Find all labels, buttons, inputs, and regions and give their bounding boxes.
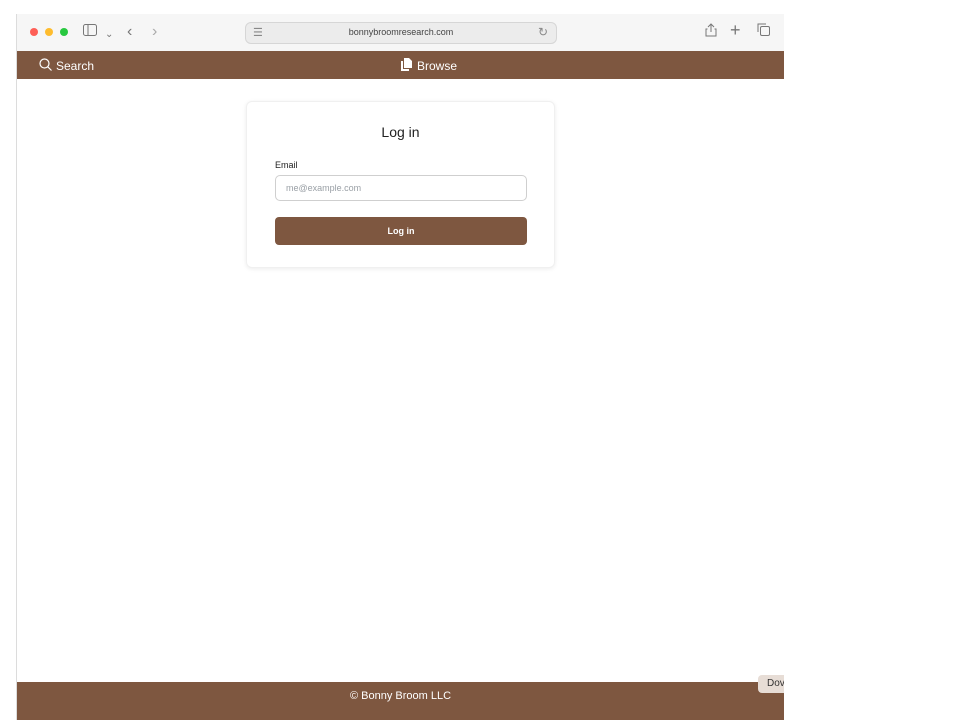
nav-search-label: Search bbox=[56, 59, 95, 73]
minimize-window-button[interactable] bbox=[45, 28, 53, 36]
share-icon[interactable] bbox=[705, 23, 717, 41]
new-tab-icon[interactable]: + bbox=[730, 21, 741, 39]
address-bar[interactable]: ☰ bonnybroomresearch.com ↻ bbox=[245, 22, 557, 44]
reload-icon[interactable]: ↻ bbox=[538, 25, 548, 39]
close-window-button[interactable] bbox=[30, 28, 38, 36]
browser-window: ⌄ ‹ › ☰ bonnybroomresearch.com ↻ + Searc… bbox=[17, 14, 784, 720]
side-tab-button[interactable]: Dov bbox=[758, 675, 784, 693]
zoom-window-button[interactable] bbox=[60, 28, 68, 36]
site-navbar: Search Browse bbox=[17, 51, 784, 79]
chevron-down-icon[interactable]: ⌄ bbox=[105, 26, 113, 44]
login-card: Log in Email Log in bbox=[246, 101, 555, 268]
tab-overview-icon[interactable] bbox=[757, 23, 770, 41]
nav-search-link[interactable]: Search bbox=[39, 58, 94, 74]
footer-copyright: © Bonny Broom LLC bbox=[349, 690, 452, 702]
documents-icon bbox=[401, 58, 412, 74]
site-footer: © Bonny Broom LLC bbox=[17, 682, 784, 720]
url-text: bonnybroomresearch.com bbox=[348, 27, 454, 37]
forward-icon[interactable]: › bbox=[152, 23, 157, 41]
sidebar-toggle-icon[interactable] bbox=[83, 23, 97, 41]
back-icon[interactable]: ‹ bbox=[127, 23, 132, 41]
email-field[interactable] bbox=[275, 175, 527, 201]
login-title: Log in bbox=[381, 124, 420, 140]
search-icon bbox=[39, 58, 52, 74]
nav-browse-label: Browse bbox=[417, 59, 458, 73]
nav-browse-link[interactable]: Browse bbox=[401, 58, 457, 74]
browser-toolbar: ⌄ ‹ › ☰ bonnybroomresearch.com ↻ + bbox=[17, 14, 784, 52]
email-label: Email bbox=[275, 160, 298, 170]
login-button[interactable]: Log in bbox=[275, 217, 527, 245]
